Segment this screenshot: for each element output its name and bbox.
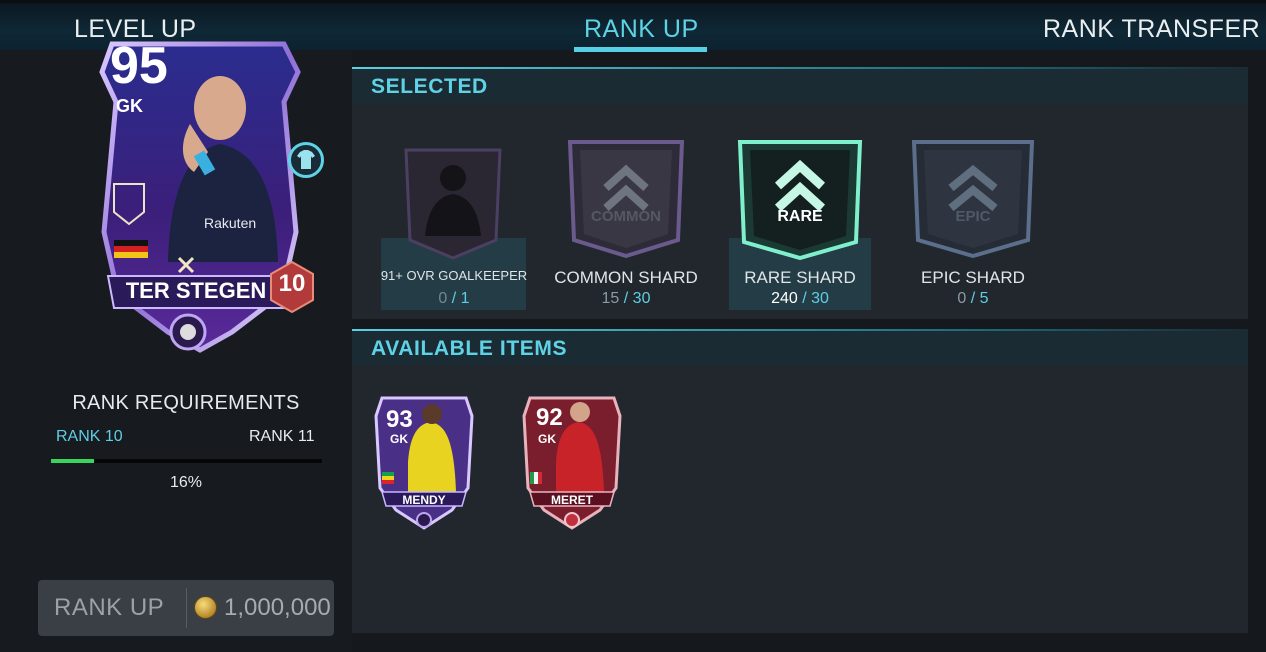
button-divider (186, 588, 187, 628)
epic-shard-text: EPIC (955, 208, 991, 225)
active-tab-indicator (574, 47, 707, 52)
rank-up-button[interactable]: RANK UP 1,000,000 (38, 580, 334, 636)
section-header-accent (352, 67, 1248, 69)
player-card-frame (522, 396, 622, 530)
rare-shard-icon (737, 140, 863, 261)
available-card-meret[interactable]: 92 GK MERET (516, 392, 628, 532)
current-rank-label: RANK 10 (56, 428, 123, 445)
common-shard-text: COMMON (591, 208, 661, 225)
rank-number: 10 (278, 270, 306, 297)
requirement-slot-rare-shard[interactable]: RARE (736, 136, 864, 261)
card-player-name: MERET (551, 493, 593, 507)
slot-have: 0 (957, 290, 967, 307)
requirement-slot-epic-shard[interactable]: EPIC (906, 136, 1040, 259)
shirt-icon (297, 150, 315, 169)
slot-count-common-shard: 15 / 30 (601, 290, 651, 307)
card-rating: 95 (110, 37, 168, 95)
rare-shard-text: RARE (777, 208, 823, 225)
svg-text:Rakuten: Rakuten (204, 215, 256, 231)
rank-progress-fill (51, 459, 95, 463)
player-card[interactable]: Rakuten 95 GK TER STEGEN 10 (72, 32, 330, 362)
rank-badge: 10 (268, 260, 316, 314)
rank-progress-bar (51, 459, 322, 463)
slot-label-common-shard: COMMON SHARD (554, 268, 698, 287)
selected-section-header: SELECTED (352, 67, 1248, 103)
slot-count-rare-shard: 240 / 30 (771, 290, 829, 307)
coin-icon (194, 596, 217, 619)
available-section-header: AVAILABLE ITEMS (352, 329, 1248, 365)
card-position: GK (538, 432, 556, 446)
slot-label-goalkeeper: 91+ OVR GOALKEEPER (380, 268, 528, 283)
selected-section-title: SELECTED (371, 75, 488, 98)
player-card-frame (374, 396, 474, 530)
slot-have: 240 (771, 290, 798, 307)
kit-icon[interactable] (288, 142, 324, 178)
tab-rank-up[interactable]: RANK UP (584, 15, 699, 44)
slot-label-epic-shard: EPIC SHARD (921, 268, 1025, 287)
rank-progress-percent: 16% (169, 474, 203, 491)
slot-have: 15 (601, 290, 620, 307)
requirement-slot-goalkeeper[interactable] (400, 140, 506, 260)
section-header-accent (352, 329, 1248, 331)
card-rating: 93 (386, 406, 413, 433)
tab-rank-transfer[interactable]: RANK TRANSFER (1043, 15, 1260, 44)
card-position: GK (116, 96, 143, 116)
epic-shard-icon (911, 140, 1035, 259)
slot-need: 5 (979, 290, 989, 307)
available-card-mendy[interactable]: 93 GK MENDY (368, 392, 480, 532)
slot-count-epic-shard: 0 / 5 (957, 290, 989, 307)
available-section-body (352, 365, 1248, 633)
player-silhouette-icon (404, 148, 502, 260)
card-position: GK (390, 432, 408, 446)
slot-need: 30 (811, 290, 829, 307)
rank-requirements-title: RANK REQUIREMENTS (72, 392, 300, 414)
requirement-slot-common-shard[interactable]: COMMON (566, 136, 686, 259)
card-rating: 92 (536, 404, 563, 431)
common-shard-icon (567, 140, 685, 259)
rank-up-cost: 1,000,000 (224, 594, 331, 621)
slot-count-goalkeeper: 0 / 1 (438, 290, 470, 307)
next-rank-label: RANK 11 (249, 428, 315, 445)
rank-up-button-label: RANK UP (54, 594, 165, 621)
slot-need: 1 (460, 290, 470, 307)
available-section-title: AVAILABLE ITEMS (371, 337, 568, 360)
card-player-name: MENDY (402, 493, 446, 507)
slot-need: 30 (632, 290, 651, 307)
card-player-name: TER STEGEN (125, 278, 267, 303)
slot-label-rare-shard: RARE SHARD (744, 268, 856, 287)
slot-have: 0 (438, 290, 448, 307)
